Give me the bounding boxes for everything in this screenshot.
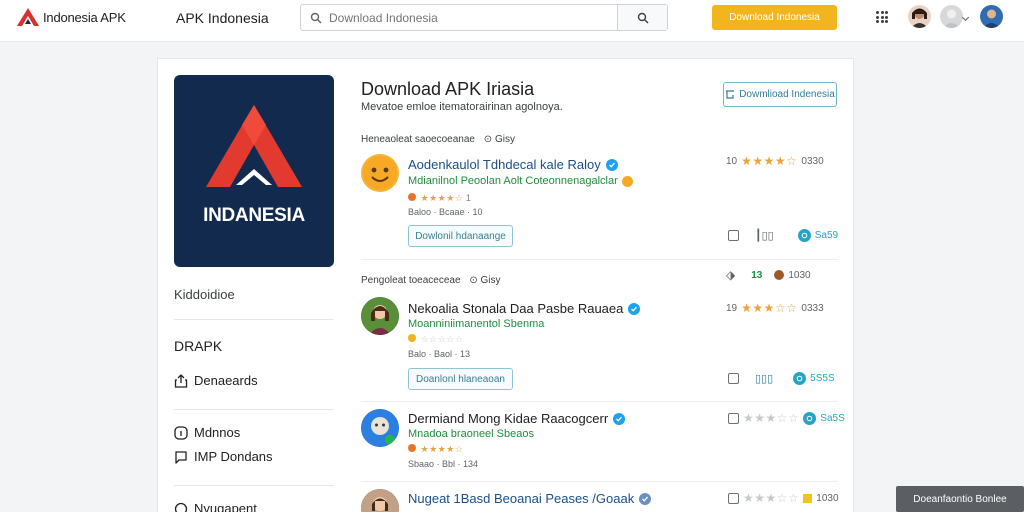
row-separator xyxy=(361,259,838,260)
calendar-icon xyxy=(728,412,739,424)
app-download-button[interactable]: Doanlonl hlaneaoan xyxy=(408,368,513,390)
clock-icon: ⊙ xyxy=(483,134,493,145)
app-rating: ★★★★☆ xyxy=(408,444,463,455)
row-actions[interactable]: ▯▯▯ 5S5S xyxy=(728,372,835,385)
sidebar-item-nyugapent[interactable]: Nyugapent xyxy=(174,501,257,512)
tag-icon: ⬗ xyxy=(726,268,736,282)
app-name[interactable]: Nekoalia Stonala Daa Pasbe Rauaea xyxy=(408,301,641,316)
brand-logo-icon xyxy=(206,105,302,187)
sidebar-item-imp-dondans[interactable]: IMP Dondans xyxy=(174,449,273,464)
app-meta: Balo · Baol · 13 xyxy=(408,349,471,359)
chat-icon xyxy=(175,450,187,464)
page-title: Download APK Iriasia xyxy=(361,79,535,99)
bar-chart-icon: ▯▯▯ xyxy=(755,373,774,385)
brand[interactable]: Indonesia APK xyxy=(16,6,126,28)
sidebar-item-label: Mdnnos xyxy=(194,425,241,440)
verified-icon xyxy=(639,492,652,505)
rating-summary: ★★★☆☆ Sa5S xyxy=(728,411,845,425)
rating-badge-icon xyxy=(408,193,416,201)
avatar[interactable] xyxy=(940,5,963,28)
app-name[interactable]: Aodenkaulol Tdhdecal kale Raloy xyxy=(408,157,618,172)
share-icon xyxy=(174,373,188,388)
row-separator xyxy=(361,401,838,402)
refresh-icon xyxy=(803,411,817,425)
app-icon[interactable] xyxy=(361,154,399,192)
logo-text: INDANESIA xyxy=(203,205,305,226)
download-indonesia-button[interactable]: Dowmlioad Indenesia xyxy=(723,82,837,107)
sidebar-heading: DRAPK xyxy=(174,338,223,354)
section-heading: Pengoleat toeaceceae ⊙ Gisy xyxy=(361,275,501,286)
app-name[interactable]: Dermiand Mong Kidae Raacogcerr xyxy=(408,411,626,426)
rating-summary: 10 ★★★★☆ 0330 xyxy=(726,154,824,168)
search-icon xyxy=(305,7,327,29)
sidebar-item-label: Nyugapent xyxy=(194,501,257,512)
verified-icon xyxy=(613,412,626,425)
chevron-down-icon[interactable] xyxy=(961,13,970,22)
bar-chart-icon: ┃▯▯ xyxy=(755,230,774,242)
info-icon xyxy=(174,425,188,440)
rating-badge-icon xyxy=(408,334,416,342)
avatar[interactable] xyxy=(980,5,1003,28)
brand-name: Indonesia APK xyxy=(43,9,126,25)
app-rating: ★★★★☆ 1 xyxy=(408,193,471,204)
sidebar-section-label: Kiddoidioe xyxy=(174,287,235,302)
search-input[interactable] xyxy=(327,5,627,30)
app-name[interactable]: Nugeat 1Basd Beoanai Peases /Goaak xyxy=(408,491,652,506)
sidebar-item-label: Denaeards xyxy=(194,373,258,388)
app-logo: INDANESIA xyxy=(174,75,334,267)
app-rating: ☆☆☆☆☆ xyxy=(408,334,463,345)
calendar-icon xyxy=(728,492,739,504)
refresh-icon xyxy=(793,372,807,385)
rating-badge-icon xyxy=(408,444,416,452)
circle-icon xyxy=(174,502,188,512)
app-developer[interactable]: Mnadoa braoneel Sbeaos xyxy=(408,428,534,440)
app-download-button[interactable]: Dowlonil hdanaange xyxy=(408,225,513,247)
row-tools[interactable]: ⬗ 13 1030 xyxy=(726,268,811,282)
calendar-icon xyxy=(728,230,739,241)
apps-grid-icon[interactable] xyxy=(876,11,888,23)
rating-summary: ★★★☆☆ 1030 xyxy=(728,491,839,505)
emoji-icon xyxy=(621,175,633,187)
search-bar[interactable] xyxy=(300,4,668,31)
rating-summary: 19 ★★★☆☆ 0333 xyxy=(726,301,824,315)
download-icon xyxy=(726,89,735,99)
sidebar-item-mdnnos[interactable]: Mdnnos xyxy=(174,425,240,440)
search-button[interactable] xyxy=(617,5,667,30)
download-cta-button[interactable]: Download Indonesia xyxy=(712,5,837,30)
divider xyxy=(174,319,334,320)
verified-icon xyxy=(605,158,618,171)
brand-logo-icon xyxy=(17,8,39,26)
toast-notification[interactable]: Doeanfaontio Bonlee xyxy=(896,486,1024,512)
clock-icon: ⊙ xyxy=(469,275,478,286)
divider xyxy=(174,409,334,410)
page-subtitle: Mevatoe emloe itematorairinan agolnoya. xyxy=(361,101,563,113)
search-icon xyxy=(637,12,648,23)
avatar[interactable] xyxy=(908,5,931,28)
app-icon[interactable] xyxy=(361,489,399,512)
app-developer[interactable]: Moanniniimanentol Sbenma xyxy=(408,318,544,330)
calendar-icon xyxy=(728,373,739,384)
bookmark-icon xyxy=(803,493,813,503)
sidebar-item-denaeards[interactable]: Denaeards xyxy=(174,373,258,388)
app-meta: Baloo · Bcaae · 10 xyxy=(408,207,483,217)
app-icon[interactable] xyxy=(361,297,399,335)
top-bar: Indonesia APK APK Indonesia Download Ind… xyxy=(0,0,1024,42)
section-heading: Heneaoleat saoecoeanae ⊙ Gisy xyxy=(361,134,515,145)
verified-icon xyxy=(628,302,641,315)
emoji-icon xyxy=(774,270,785,280)
app-icon[interactable] xyxy=(361,409,399,447)
sidebar-item-label: IMP Dondans xyxy=(194,449,273,464)
app-title: APK Indonesia xyxy=(176,10,269,26)
row-separator xyxy=(361,481,838,482)
app-detail-card: INDANESIA Kiddoidioe DRAPK Denaeards Mdn… xyxy=(157,58,854,512)
app-developer[interactable]: Mdianilnol Peoolan Aolt Coteonnenagalcla… xyxy=(408,175,633,187)
refresh-icon xyxy=(797,229,811,242)
app-meta: Sbaao · Bbl · 134 xyxy=(408,459,479,469)
row-actions[interactable]: ┃▯▯ Sa59 xyxy=(728,229,838,242)
divider xyxy=(174,485,334,486)
